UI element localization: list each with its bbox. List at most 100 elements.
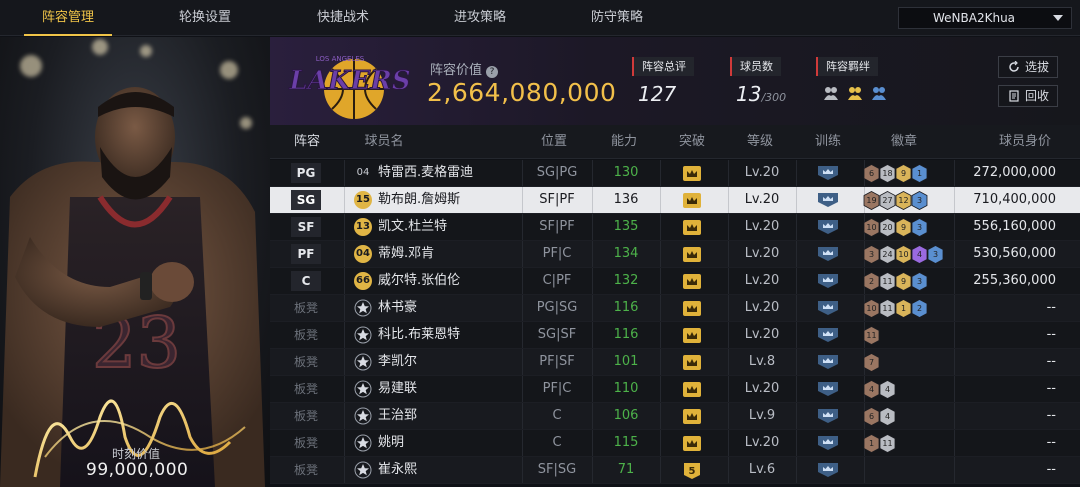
training-icon[interactable] bbox=[817, 408, 839, 424]
bond-icon-3[interactable] bbox=[870, 84, 888, 102]
player-name[interactable]: 蒂姆.邓肯 bbox=[378, 241, 434, 267]
col-header-slot[interactable]: 阵容 bbox=[270, 125, 344, 159]
player-name[interactable]: 凯文.杜兰特 bbox=[378, 214, 447, 240]
player-name[interactable]: 李凯尔 bbox=[378, 349, 417, 375]
recycle-button[interactable]: 回收 bbox=[998, 85, 1058, 107]
table-row[interactable]: PG 04 特雷西.麦格雷迪 SG|PG 130 Lv.20 6 18 9 1 272,000,00… bbox=[270, 160, 1080, 187]
tab-defense-strategy[interactable]: 防守策略 bbox=[572, 0, 662, 36]
table-row[interactable]: 板凳 李凯尔 PF|SF 101 Lv.8 7 -- bbox=[270, 349, 1080, 376]
col-header-rating[interactable]: 能力 bbox=[592, 125, 656, 159]
column-divider bbox=[954, 241, 955, 267]
badge-count: 6 bbox=[868, 412, 875, 421]
badge-count: 1 bbox=[900, 304, 907, 313]
badge-count: 10 bbox=[866, 304, 877, 313]
badge-count: 18 bbox=[882, 169, 893, 178]
player-level: Lv.20 bbox=[744, 219, 780, 234]
training-icon[interactable] bbox=[817, 435, 839, 451]
column-divider bbox=[954, 268, 955, 294]
player-rating: 116 bbox=[613, 327, 639, 342]
table-row[interactable]: 板凳 王治郅 C 106 Lv.9 6 4 -- bbox=[270, 403, 1080, 430]
tab-rotation-settings[interactable]: 轮换设置 bbox=[160, 0, 250, 36]
player-name[interactable]: 林书豪 bbox=[378, 295, 417, 321]
bond-icon-2[interactable] bbox=[846, 84, 864, 102]
tab-lineup-management[interactable]: 阵容管理 bbox=[24, 0, 112, 36]
breakthrough-crown-icon[interactable] bbox=[682, 165, 702, 182]
column-divider bbox=[796, 322, 797, 348]
badge-count: 27 bbox=[882, 196, 893, 205]
breakthrough-crown-icon[interactable] bbox=[682, 327, 702, 344]
breakthrough-crown-icon[interactable] bbox=[682, 354, 702, 371]
training-icon[interactable] bbox=[817, 327, 839, 343]
player-name[interactable]: 威尔特.张伯伦 bbox=[378, 268, 460, 294]
player-level: Lv.20 bbox=[744, 246, 780, 261]
player-name[interactable]: 特雷西.麦格雷迪 bbox=[378, 160, 473, 186]
tab-quick-tactics[interactable]: 快捷战术 bbox=[298, 0, 388, 36]
training-icon[interactable] bbox=[817, 462, 839, 478]
breakthrough-crown-icon[interactable] bbox=[682, 408, 702, 425]
column-divider bbox=[954, 160, 955, 186]
breakthrough-crown-icon[interactable] bbox=[682, 273, 702, 290]
breakthrough-crown-icon[interactable] bbox=[682, 219, 702, 236]
table-row[interactable]: 板凳 易建联 PF|C 110 Lv.20 4 4 -- bbox=[270, 376, 1080, 403]
player-position: PG|SG bbox=[536, 300, 578, 315]
column-divider bbox=[660, 430, 661, 456]
table-row[interactable]: 板凳 姚明 C 115 Lv.20 1 11 -- bbox=[270, 430, 1080, 457]
jersey-number: 04 bbox=[354, 245, 372, 263]
col-header-breakthrough[interactable]: 突破 bbox=[660, 125, 724, 159]
player-name[interactable]: 姚明 bbox=[378, 430, 404, 456]
col-header-position[interactable]: 位置 bbox=[522, 125, 586, 159]
player-rating: 136 bbox=[613, 192, 639, 207]
col-header-badges[interactable]: 徽章 bbox=[864, 125, 944, 159]
breakthrough-crown-icon[interactable] bbox=[682, 192, 702, 209]
col-header-level[interactable]: 等级 bbox=[728, 125, 792, 159]
training-icon[interactable] bbox=[817, 300, 839, 316]
select-button[interactable]: 选拔 bbox=[998, 56, 1058, 78]
breakthrough-crown-icon[interactable] bbox=[682, 435, 702, 452]
col-header-value[interactable]: 球员身价 bbox=[970, 125, 1080, 159]
col-header-training[interactable]: 训练 bbox=[796, 125, 860, 159]
table-row[interactable]: 板凳 崔永熙 SF|SG 71 5 Lv.6 -- bbox=[270, 457, 1080, 484]
training-icon[interactable] bbox=[817, 219, 839, 235]
bond-icons[interactable] bbox=[816, 84, 890, 104]
training-icon[interactable] bbox=[817, 165, 839, 181]
tab-offense-strategy[interactable]: 进攻策略 bbox=[435, 0, 525, 36]
player-name[interactable]: 崔永熙 bbox=[378, 457, 417, 483]
column-divider bbox=[344, 214, 345, 240]
training-icon[interactable] bbox=[817, 246, 839, 262]
table-row[interactable]: 板凳 科比.布莱恩特 SG|SF 116 Lv.20 11 -- bbox=[270, 322, 1080, 349]
breakthrough-level-icon[interactable]: 5 bbox=[682, 462, 702, 479]
account-name: WeNBA2Khua bbox=[933, 11, 1016, 25]
badge-count: 3 bbox=[916, 277, 923, 286]
star-icon bbox=[354, 380, 372, 398]
player-name[interactable]: 王治郅 bbox=[378, 403, 417, 429]
lineup-slot: 板凳 bbox=[293, 328, 318, 342]
table-row[interactable]: PF 04 蒂姆.邓肯 PF|C 134 Lv.20 3 24 10 4 3 530,560,000 bbox=[270, 241, 1080, 268]
player-value: -- bbox=[1046, 435, 1056, 450]
badge-count: 4 bbox=[884, 385, 891, 394]
column-divider bbox=[344, 295, 345, 321]
table-row[interactable]: SG 15 勒布朗.詹姆斯 SF|PF 136 Lv.20 19 27 12 3 710,400,0… bbox=[270, 187, 1080, 214]
breakthrough-crown-icon[interactable] bbox=[682, 300, 702, 317]
training-icon[interactable] bbox=[817, 354, 839, 370]
table-row[interactable]: C 66 威尔特.张伯伦 C|PF 132 Lv.20 2 11 9 3 255,360,000 bbox=[270, 268, 1080, 295]
team-overall-label: 阵容总评 bbox=[632, 57, 694, 76]
table-row[interactable]: 板凳 林书豪 PG|SG 116 Lv.20 10 11 1 2 -- bbox=[270, 295, 1080, 322]
account-dropdown[interactable]: WeNBA2Khua bbox=[898, 7, 1072, 29]
help-icon[interactable]: ? bbox=[486, 66, 499, 78]
featured-player-card[interactable]: 23 时刻价值 99,000,000 bbox=[0, 37, 270, 487]
breakthrough-crown-icon[interactable] bbox=[682, 381, 702, 398]
training-icon[interactable] bbox=[817, 273, 839, 289]
refresh-icon bbox=[1009, 61, 1019, 72]
bond-icon-1[interactable] bbox=[822, 84, 840, 102]
col-header-name[interactable]: 球员名 bbox=[344, 125, 424, 159]
player-name[interactable]: 科比.布莱恩特 bbox=[378, 322, 460, 348]
lineup-slot: SF bbox=[291, 217, 321, 237]
training-icon[interactable] bbox=[817, 192, 839, 208]
table-row[interactable]: SF 13 凯文.杜兰特 SF|PF 135 Lv.20 10 20 9 3 556,160,000 bbox=[270, 214, 1080, 241]
training-icon[interactable] bbox=[817, 381, 839, 397]
recycle-icon bbox=[1009, 90, 1019, 102]
column-divider bbox=[954, 349, 955, 375]
player-name[interactable]: 勒布朗.詹姆斯 bbox=[378, 187, 460, 213]
breakthrough-crown-icon[interactable] bbox=[682, 246, 702, 263]
player-name[interactable]: 易建联 bbox=[378, 376, 417, 402]
